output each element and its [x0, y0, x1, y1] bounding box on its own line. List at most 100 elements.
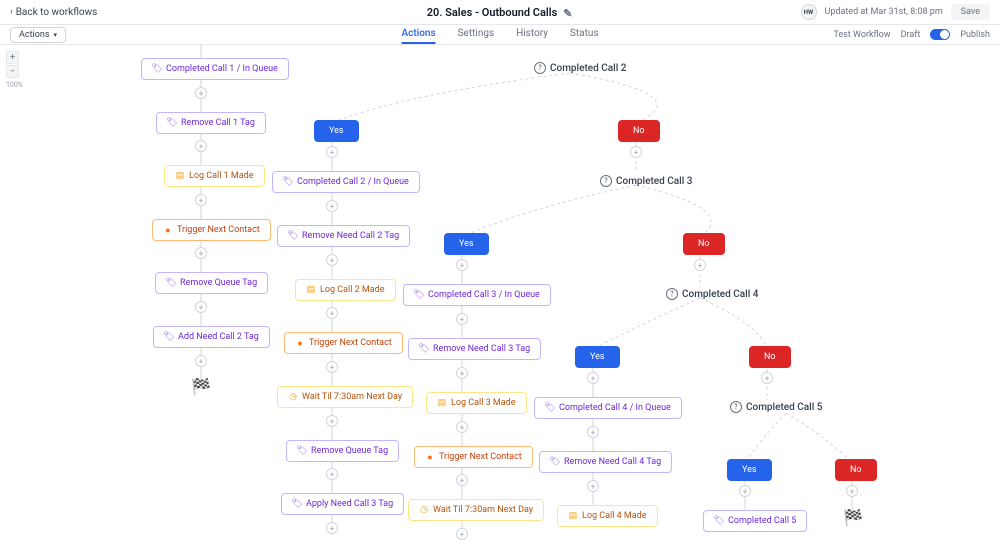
branch-no-2[interactable]: No [618, 120, 660, 142]
tab-settings[interactable]: Settings [458, 25, 495, 44]
branch-yes-5[interactable]: Yes [727, 459, 772, 481]
question-icon: ? [666, 288, 678, 300]
node-wait-730-2[interactable]: ◷Wait Til 7:30am Next Day [277, 386, 413, 408]
add-step-button[interactable]: + [195, 140, 207, 152]
add-step-button[interactable]: + [587, 372, 599, 384]
tabs: Actions Settings History Status [401, 25, 598, 44]
branch-yes-4[interactable]: Yes [575, 346, 620, 368]
edit-title-icon[interactable]: ✎ [563, 7, 573, 17]
tag-icon: 🏷 [288, 231, 298, 241]
avatar[interactable]: HW [801, 4, 817, 20]
add-step-button[interactable]: + [195, 355, 207, 367]
node-trigger-next-3[interactable]: ●Trigger Next Contact [414, 446, 533, 468]
branch-no-5[interactable]: No [835, 459, 877, 481]
condition-completed-call-2[interactable]: ?Completed Call 2 [534, 62, 626, 74]
branch-yes-2[interactable]: Yes [314, 120, 359, 142]
node-remove-call-1-tag[interactable]: 🏷Remove Call 1 Tag [156, 112, 266, 134]
top-bar: ‹ Back to workflows 20. Sales - Outbound… [0, 0, 1000, 25]
zoom-in-button[interactable]: + [6, 51, 19, 64]
bolt-icon: ● [295, 338, 305, 348]
add-step-button[interactable]: + [326, 254, 338, 266]
node-completed-call-4-queue[interactable]: 🏷Completed Call 4 / In Queue [534, 397, 682, 419]
chevron-left-icon: ‹ [10, 7, 13, 17]
condition-completed-call-3[interactable]: ?Completed Call 3 [600, 175, 692, 187]
node-log-call-3[interactable]: ▤Log Call 3 Made [426, 392, 527, 414]
zoom-out-button[interactable]: − [6, 65, 19, 78]
node-remove-need-call-4[interactable]: 🏷Remove Need Call 4 Tag [539, 451, 672, 473]
node-wait-730-3[interactable]: ◷Wait Til 7:30am Next Day [408, 499, 544, 521]
test-workflow-link[interactable]: Test Workflow [833, 30, 890, 40]
add-step-button[interactable]: + [587, 426, 599, 438]
node-completed-call-1-queue[interactable]: 🏷Completed Call 1 / In Queue [141, 58, 289, 80]
add-step-button[interactable]: + [456, 259, 468, 271]
add-step-button[interactable]: + [326, 522, 338, 534]
note-icon: ▤ [175, 171, 185, 181]
add-step-button[interactable]: + [739, 485, 751, 497]
tab-history[interactable]: History [516, 25, 548, 44]
end-flag-icon: 🏁 [191, 377, 211, 396]
bolt-icon: ● [163, 225, 173, 235]
add-step-button[interactable]: + [195, 87, 207, 99]
node-remove-need-call-3[interactable]: 🏷Remove Need Call 3 Tag [408, 338, 541, 360]
add-step-button[interactable]: + [456, 421, 468, 433]
node-remove-queue-1[interactable]: 🏷Remove Queue Tag [155, 272, 268, 294]
add-step-button[interactable]: + [456, 367, 468, 379]
add-step-button[interactable]: + [456, 474, 468, 486]
add-step-button[interactable]: + [195, 301, 207, 313]
back-label: Back to workflows [16, 7, 98, 18]
zoom-controls: + − 100% [6, 51, 23, 89]
add-step-button[interactable]: + [195, 194, 207, 206]
add-step-button[interactable]: + [761, 372, 773, 384]
add-step-button[interactable]: + [326, 146, 338, 158]
tag-icon: 🏷 [545, 403, 555, 413]
tag-icon: 🏷 [167, 118, 177, 128]
branch-yes-3[interactable]: Yes [444, 233, 489, 255]
back-to-workflows-link[interactable]: ‹ Back to workflows [10, 7, 97, 18]
node-log-call-2[interactable]: ▤Log Call 2 Made [295, 279, 396, 301]
tag-icon: 🏷 [164, 332, 174, 342]
tag-icon: 🏷 [283, 177, 293, 187]
save-button[interactable]: Save [951, 4, 990, 20]
node-completed-call-2-queue[interactable]: 🏷Completed Call 2 / In Queue [272, 171, 420, 193]
add-step-button[interactable]: + [326, 200, 338, 212]
add-step-button[interactable]: + [326, 307, 338, 319]
condition-completed-call-5[interactable]: ?Completed Call 5 [730, 401, 822, 413]
tab-actions[interactable]: Actions [401, 25, 435, 44]
note-icon: ▤ [306, 285, 316, 295]
add-step-button[interactable]: + [587, 480, 599, 492]
node-completed-call-5[interactable]: 🏷Completed Call 5 [703, 510, 807, 532]
node-apply-need-call-3[interactable]: 🏷Apply Need Call 3 Tag [281, 493, 404, 515]
add-step-button[interactable]: + [694, 259, 706, 271]
tag-icon: 🏷 [152, 64, 162, 74]
note-icon: ▤ [437, 398, 447, 408]
node-trigger-next-1[interactable]: ●Trigger Next Contact [152, 219, 271, 241]
node-remove-queue-2[interactable]: 🏷Remove Queue Tag [286, 440, 399, 462]
node-completed-call-3-queue[interactable]: 🏷Completed Call 3 / In Queue [403, 284, 551, 306]
node-trigger-next-2[interactable]: ●Trigger Next Contact [284, 332, 403, 354]
add-step-button[interactable]: + [456, 528, 468, 540]
tab-status[interactable]: Status [570, 25, 599, 44]
condition-completed-call-4[interactable]: ?Completed Call 4 [666, 288, 758, 300]
node-log-call-1[interactable]: ▤Log Call 1 Made [164, 165, 265, 187]
node-add-need-call-2[interactable]: 🏷Add Need Call 2 Tag [153, 326, 270, 348]
add-step-button[interactable]: + [326, 415, 338, 427]
workflow-canvas[interactable]: + − 100% ?Completed Call 2 ?Completed Ca… [0, 45, 1000, 537]
chevron-down-icon: ▾ [53, 31, 57, 39]
add-step-button[interactable]: + [195, 247, 207, 259]
branch-no-3[interactable]: No [683, 233, 725, 255]
add-step-button[interactable]: + [456, 313, 468, 325]
add-step-button[interactable]: + [846, 485, 858, 497]
node-remove-need-call-2[interactable]: 🏷Remove Need Call 2 Tag [277, 225, 410, 247]
node-log-call-4[interactable]: ▤Log Call 4 Made [557, 505, 658, 527]
tag-icon: 🏷 [419, 344, 429, 354]
tag-icon: 🏷 [414, 290, 424, 300]
sub-bar: Actions ▾ Actions Settings History Statu… [0, 25, 1000, 45]
draft-publish-toggle[interactable] [930, 29, 950, 40]
actions-dropdown[interactable]: Actions ▾ [10, 27, 66, 43]
branch-no-4[interactable]: No [749, 346, 791, 368]
add-step-button[interactable]: + [326, 468, 338, 480]
end-flag-icon: 🏁 [843, 508, 863, 527]
add-step-button[interactable]: + [630, 146, 642, 158]
add-step-button[interactable]: + [326, 361, 338, 373]
tag-icon: 🏷 [297, 446, 307, 456]
